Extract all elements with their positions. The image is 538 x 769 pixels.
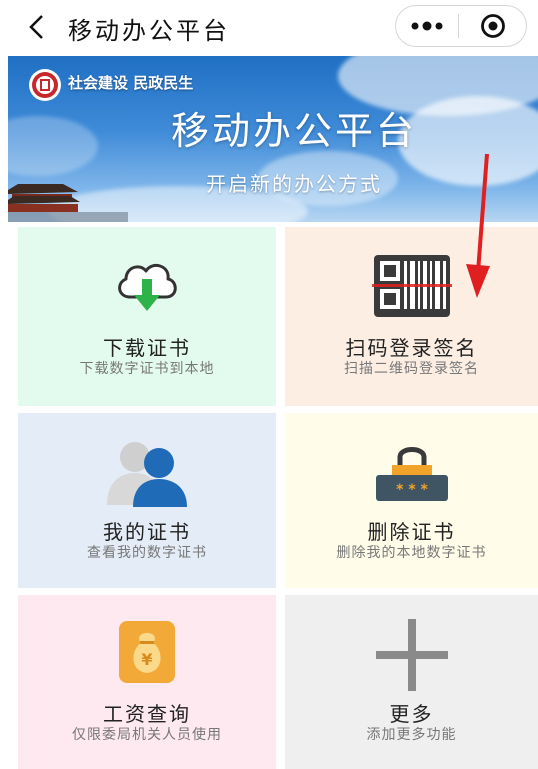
emblem-logo-icon: [28, 68, 62, 102]
lock-icon: * * *: [374, 439, 450, 507]
tile-title: 我的证书: [103, 520, 191, 544]
tile-desc: 删除我的本地数字证书: [336, 545, 487, 561]
tile-title: 工资查询: [103, 702, 191, 726]
top-nav-bar: 移动办公平台: [0, 0, 538, 56]
tile-delete-certificate[interactable]: * * * 删除证书 删除我的本地数字证书: [285, 413, 538, 588]
tile-scan-qr-login[interactable]: 扫码登录签名 扫描二维码登录签名: [285, 227, 538, 406]
svg-text:* * *: * * *: [396, 482, 428, 498]
tile-my-certificate[interactable]: 我的证书 查看我的数字证书: [18, 413, 276, 588]
page-title: 移动办公平台: [68, 17, 230, 45]
more-options-icon[interactable]: [396, 6, 458, 46]
plus-icon: [374, 617, 450, 697]
svg-text:¥: ¥: [141, 650, 152, 669]
function-grid: 下载证书 下载数字证书到本地 扫码登录签名 扫描二维码登录签名 我的证书 查看我…: [0, 222, 538, 769]
tile-desc: 下载数字证书到本地: [79, 361, 215, 377]
users-icon: [105, 435, 189, 511]
tile-title: 更多: [389, 702, 434, 726]
cloud-download-icon: [112, 257, 182, 317]
tile-download-certificate[interactable]: 下载证书 下载数字证书到本地: [18, 227, 276, 406]
tile-desc: 查看我的数字证书: [87, 545, 207, 561]
back-icon[interactable]: [22, 12, 50, 42]
qr-scan-icon: [371, 253, 452, 323]
palace-silhouette-icon: [8, 184, 128, 222]
tile-desc: 扫描二维码登录签名: [344, 361, 479, 377]
close-mini-program-icon[interactable]: [459, 6, 526, 46]
banner-subtitle: 开启新的办公方式: [206, 172, 382, 196]
tile-more[interactable]: 更多 添加更多功能: [285, 595, 538, 769]
money-bag-icon: ¥: [117, 619, 177, 689]
banner-title: 移动办公平台: [171, 109, 418, 153]
tile-salary-inquiry[interactable]: ¥ 工资查询 仅限委局机关人员使用: [18, 595, 276, 769]
tile-title: 删除证书: [367, 520, 456, 544]
banner-slogan: 社会建设 民政民生: [68, 74, 194, 92]
tile-title: 下载证书: [103, 336, 191, 360]
tile-desc: 添加更多功能: [366, 727, 457, 743]
tile-desc: 仅限委局机关人员使用: [72, 727, 222, 743]
mini-program-capsule: [395, 5, 527, 47]
tile-title: 扫码登录签名: [345, 336, 478, 360]
annotation-arrow-icon: [466, 153, 490, 298]
banner: 社会建设 民政民生 移动办公平台 开启新的办公方式: [8, 56, 538, 222]
